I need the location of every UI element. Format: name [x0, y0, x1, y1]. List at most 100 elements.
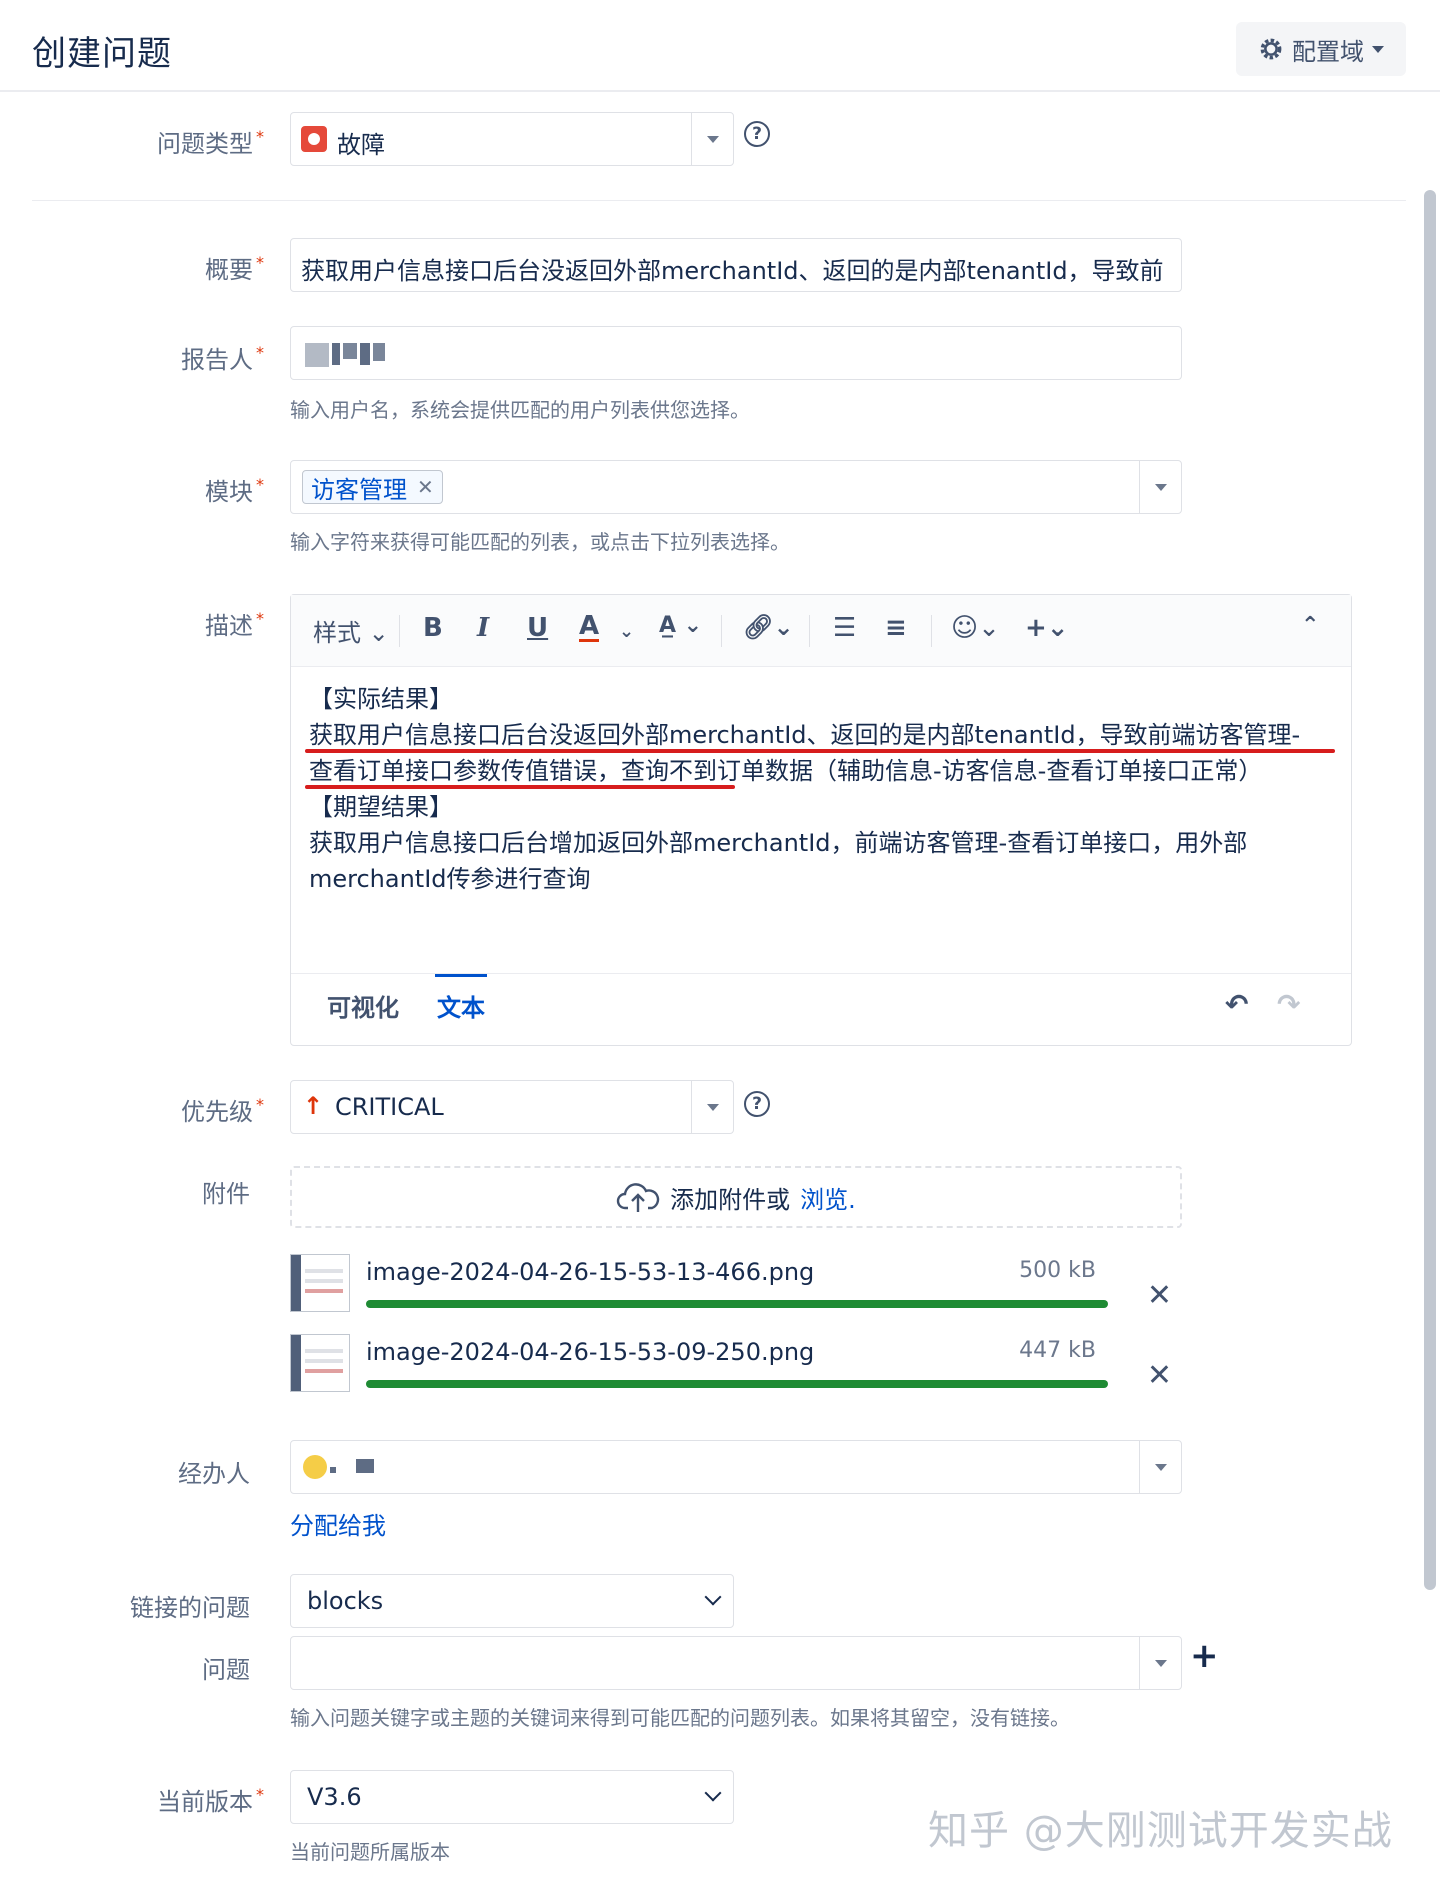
issue-type-value: 故障: [337, 131, 385, 159]
attachments-label: 附件: [202, 1180, 250, 1208]
chevron-down-icon: [1154, 483, 1167, 491]
text-color-icon[interactable]: A: [579, 613, 600, 642]
insert-more-icon[interactable]: +⌄: [1025, 613, 1069, 643]
bug-icon: [301, 126, 327, 152]
toolbar-separator: [721, 615, 722, 647]
summary-value: 获取用户信息接口后台没返回外部merchantId、返回的是内部tenantId…: [301, 257, 1164, 285]
page-title: 创建问题: [32, 34, 172, 74]
attachment-item: image-2024-04-26-15-53-13-466.png 500 kB…: [290, 1254, 1190, 1324]
reporter-input[interactable]: [290, 326, 1182, 380]
tab-visual[interactable]: 可视化: [327, 988, 399, 1023]
chevron-down-icon: [706, 135, 719, 143]
issue-dropdown-button[interactable]: [1139, 1637, 1181, 1689]
underline-icon[interactable]: U: [527, 613, 548, 643]
avatar: [305, 343, 385, 367]
avatar: [303, 1455, 374, 1479]
browse-link[interactable]: 浏览.: [800, 1180, 856, 1215]
assignee-dropdown-button[interactable]: [1139, 1441, 1181, 1493]
watermark: 知乎 @大刚测试开发实战: [928, 1808, 1393, 1854]
page-header: 创建问题 配置域: [0, 0, 1440, 92]
description-line: merchantId传参进行查询: [309, 865, 591, 893]
description-editor[interactable]: 样式 ⌄ B I U A ⌄ A̲ ⌄ 🔗︎⌄ ☰ ≡ ☺⌄ +⌄ ⌃ 【实际结…: [290, 594, 1352, 1046]
priority-dropdown-button[interactable]: [691, 1081, 733, 1133]
file-name: image-2024-04-26-15-53-09-250.png: [366, 1338, 815, 1366]
collapse-toolbar-icon[interactable]: ⌃: [1301, 613, 1319, 638]
tab-text[interactable]: 文本: [435, 974, 487, 1023]
file-size: 500 kB: [1019, 1258, 1096, 1283]
annotation-underline: [305, 785, 735, 789]
description-line: 【实际结果】: [309, 685, 453, 713]
help-icon[interactable]: ?: [744, 1091, 770, 1117]
help-icon[interactable]: ?: [744, 121, 770, 147]
chevron-down-icon: [1154, 1463, 1167, 1471]
version-value: V3.6: [307, 1783, 362, 1811]
priority-select[interactable]: ↑ CRITICAL: [290, 1080, 734, 1134]
arrow-up-icon: ↑: [303, 1092, 324, 1120]
summary-label: 概要 *: [205, 253, 264, 284]
configure-fields-button[interactable]: 配置域: [1236, 22, 1406, 76]
description-label: 描述 *: [205, 609, 264, 640]
upload-progress-fill: [366, 1380, 1108, 1388]
annotation-underline: [305, 749, 1335, 753]
style-dropdown[interactable]: 样式 ⌄: [313, 613, 389, 648]
linked-issues-label: 链接的问题: [130, 1594, 250, 1622]
chevron-down-icon[interactable]: ⌄: [619, 621, 634, 642]
description-line: 获取用户信息接口后台没返回外部merchantId、返回的是内部tenantId…: [309, 721, 1301, 749]
link-icon[interactable]: 🔗︎⌄: [743, 613, 794, 641]
file-size: 447 kB: [1019, 1338, 1096, 1363]
attachment-dropzone[interactable]: 添加附件或 浏览.: [290, 1166, 1182, 1228]
emoji-icon[interactable]: ☺⌄: [951, 613, 1000, 643]
issue-hint: 输入问题关键字或主题的关键词来得到可能匹配的问题列表。如果将其留空，没有链接。: [290, 1706, 1070, 1730]
undo-icon[interactable]: ↶: [1225, 988, 1248, 1021]
assign-to-me-link[interactable]: 分配给我: [290, 1506, 386, 1541]
module-tag-label: 访客管理: [311, 475, 407, 504]
version-select[interactable]: V3.6: [290, 1770, 734, 1824]
configure-fields-label: 配置域: [1292, 37, 1364, 66]
bullet-list-icon[interactable]: ☰: [833, 613, 856, 643]
chevron-down-icon: [704, 1784, 722, 1802]
reporter-hint: 输入用户名，系统会提供匹配的用户列表供您选择。: [290, 398, 750, 422]
chevron-down-icon: [1154, 1659, 1167, 1667]
editor-mode-tabs: 可视化 文本 ↶ ↷: [291, 973, 1351, 1047]
numbered-list-icon[interactable]: ≡: [885, 613, 907, 643]
issue-picker[interactable]: [290, 1636, 1182, 1690]
editor-toolbar: 样式 ⌄ B I U A ⌄ A̲ ⌄ 🔗︎⌄ ☰ ≡ ☺⌄ +⌄ ⌃: [291, 595, 1351, 667]
remove-attachment-icon[interactable]: ✕: [1147, 1278, 1172, 1313]
reporter-label: 报告人 *: [181, 343, 264, 374]
assignee-select[interactable]: [290, 1440, 1182, 1494]
description-content[interactable]: 【实际结果】 获取用户信息接口后台没返回外部merchantId、返回的是内部t…: [309, 681, 1339, 897]
module-tag: 访客管理 ✕: [302, 470, 443, 504]
upload-progress: [366, 1380, 1108, 1388]
text-format-icon[interactable]: A̲ ⌄: [659, 613, 702, 638]
issue-type-dropdown-button[interactable]: [691, 113, 733, 165]
priority-value: CRITICAL: [335, 1093, 444, 1121]
chevron-down-icon: [1372, 45, 1384, 53]
description-line: 获取用户信息接口后台增加返回外部merchantId，前端访客管理-查看订单接口…: [309, 829, 1248, 857]
file-name: image-2024-04-26-15-53-13-466.png: [366, 1258, 815, 1286]
toolbar-separator: [931, 615, 932, 647]
version-hint: 当前问题所属版本: [290, 1840, 450, 1864]
italic-icon[interactable]: I: [477, 613, 489, 643]
issue-label: 问题: [202, 1656, 250, 1684]
gear-icon: [1260, 38, 1282, 60]
scrollbar[interactable]: [1424, 190, 1436, 1590]
file-thumbnail[interactable]: [290, 1254, 350, 1312]
redo-icon[interactable]: ↷: [1277, 988, 1300, 1021]
bold-icon[interactable]: B: [423, 613, 443, 643]
module-dropdown-button[interactable]: [1139, 461, 1181, 513]
dropzone-text: 添加附件或: [670, 1185, 791, 1214]
remove-tag-icon[interactable]: ✕: [417, 475, 434, 499]
version-label: 当前版本 *: [157, 1785, 264, 1816]
upload-progress: [366, 1300, 1108, 1308]
file-thumbnail[interactable]: [290, 1334, 350, 1392]
summary-input[interactable]: 获取用户信息接口后台没返回外部merchantId、返回的是内部tenantId…: [290, 238, 1182, 292]
link-type-select[interactable]: blocks: [290, 1574, 734, 1628]
section-divider: [32, 200, 1406, 201]
remove-attachment-icon[interactable]: ✕: [1147, 1358, 1172, 1393]
description-line: 【期望结果】: [309, 793, 453, 821]
module-hint: 输入字符来获得可能匹配的列表，或点击下拉列表选择。: [290, 530, 790, 554]
issue-type-select[interactable]: 故障: [290, 112, 734, 166]
add-link-icon[interactable]: +: [1190, 1636, 1219, 1676]
chevron-down-icon: [704, 1588, 722, 1606]
toolbar-separator: [399, 615, 400, 647]
